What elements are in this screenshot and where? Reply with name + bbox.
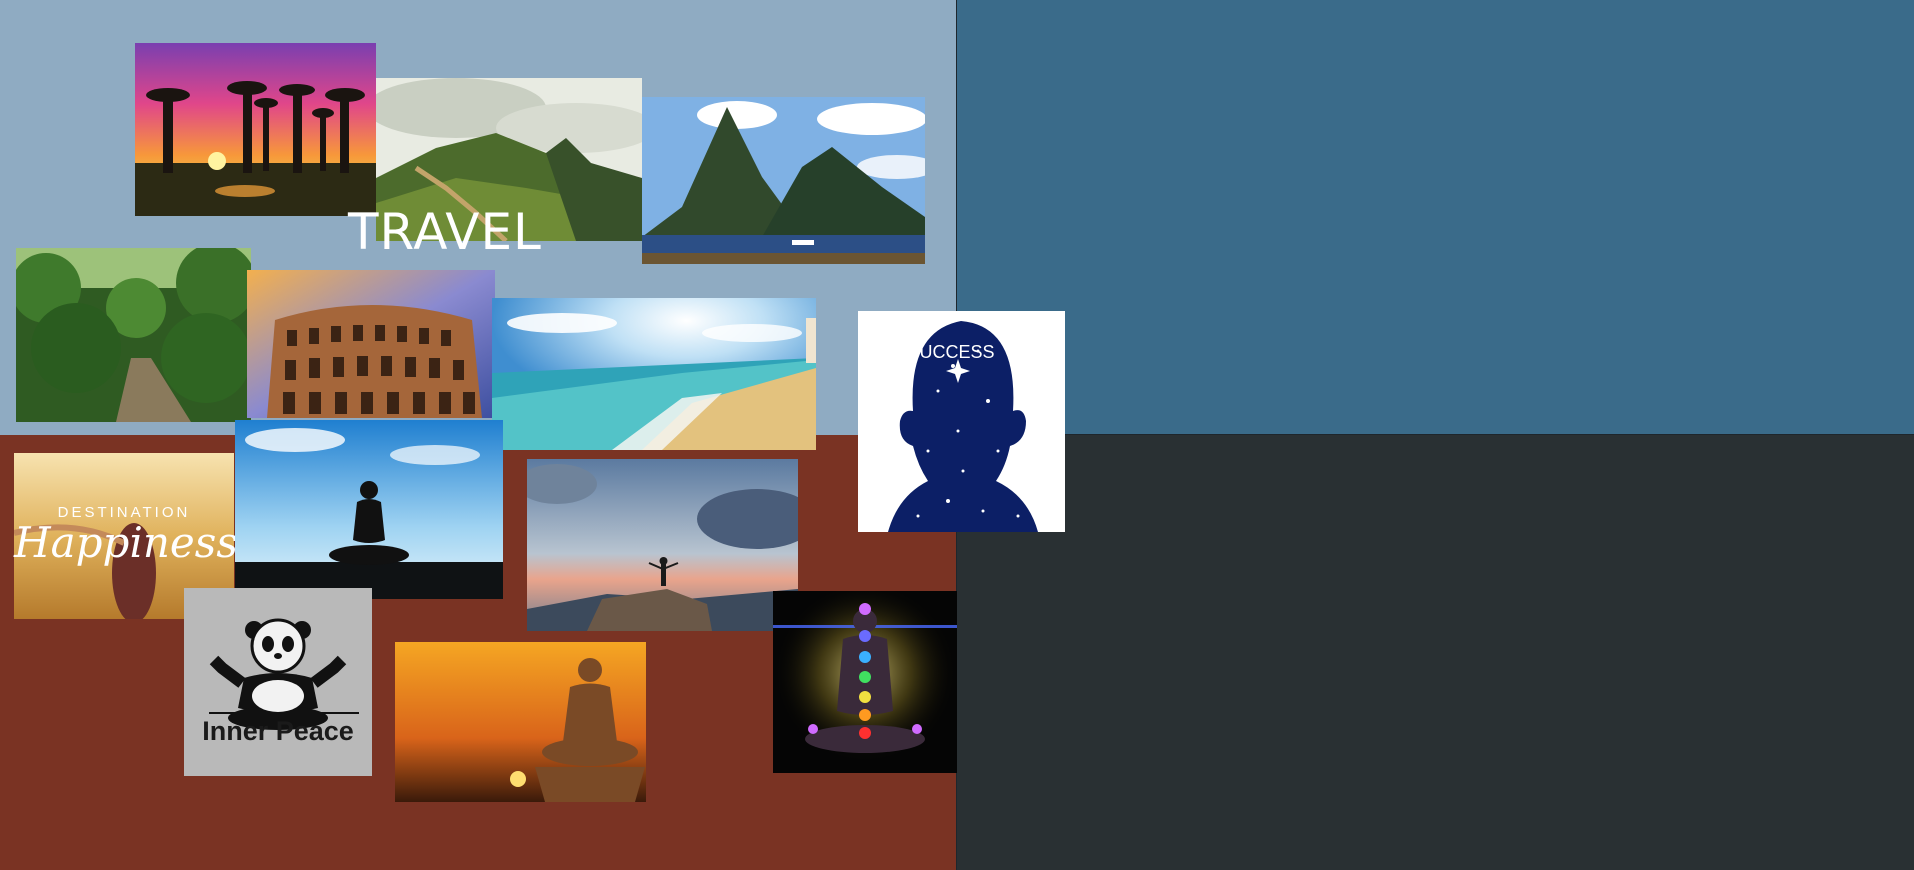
chakra-meditation-image[interactable] bbox=[773, 591, 957, 773]
travel-title: TRAVEL bbox=[348, 203, 542, 261]
inner-peace-panda-image[interactable] bbox=[184, 588, 372, 776]
rock-summit-photo[interactable] bbox=[527, 459, 798, 631]
meditation-sky-photo[interactable] bbox=[235, 420, 503, 599]
buddha-sunset-photo[interactable] bbox=[395, 642, 646, 802]
twin-peaks-photo[interactable] bbox=[642, 97, 925, 264]
vision-board: SUCCESS DESTINATION Happiness Inner Peac… bbox=[0, 0, 1914, 870]
colosseum-photo[interactable] bbox=[247, 270, 495, 418]
baobab-sunset-photo[interactable] bbox=[135, 43, 376, 216]
success-label: SUCCESS bbox=[907, 342, 995, 362]
inner-peace-label: Inner Peace bbox=[202, 716, 354, 746]
beach-photo[interactable] bbox=[492, 298, 816, 450]
horizontal-divider bbox=[957, 434, 1914, 435]
happiness-label: Happiness bbox=[14, 518, 238, 567]
quadrant-top-right bbox=[957, 0, 1914, 435]
jungle-path-photo[interactable] bbox=[16, 248, 251, 422]
quadrant-bottom-right bbox=[957, 435, 1914, 870]
